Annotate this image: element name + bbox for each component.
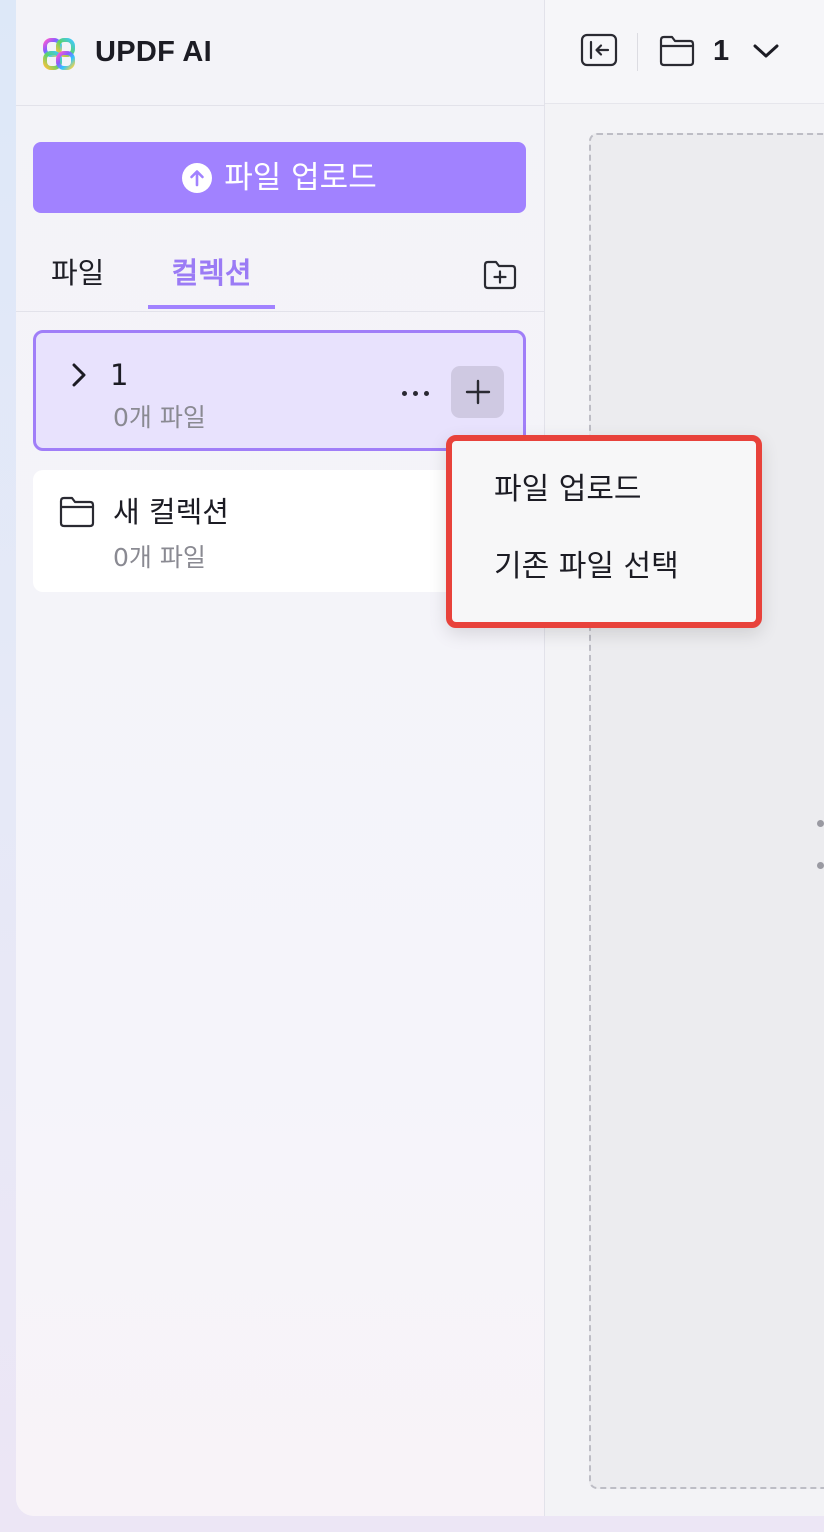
- bullet-dot: [817, 820, 824, 827]
- tab-collections[interactable]: 컬렉션: [148, 240, 275, 309]
- upload-button-label: 파일 업로드: [224, 159, 377, 196]
- chevron-down-icon[interactable]: [753, 43, 779, 59]
- brand-title: UPDF AI: [95, 36, 213, 68]
- current-collection-name: 1: [713, 34, 730, 67]
- main-panel: 1: [545, 0, 824, 1516]
- tab-files[interactable]: 파일: [51, 240, 104, 309]
- sidebar: UPDF AI 파일 업로드 파일 컬렉션 1 0개 파일 새 컬렉션 0개 파…: [16, 0, 545, 1516]
- arrow-up-circle-icon: [182, 162, 213, 193]
- new-folder-plus-icon[interactable]: [482, 257, 518, 293]
- more-options-icon[interactable]: [394, 375, 436, 411]
- collection-title: 1: [110, 358, 129, 392]
- collection-file-count: 0개 파일: [113, 543, 206, 572]
- menu-item-upload-file[interactable]: 파일 업로드: [494, 470, 642, 510]
- chevron-right-icon[interactable]: [66, 361, 90, 389]
- toolbar-divider: [637, 33, 638, 71]
- add-to-collection-button[interactable]: [451, 366, 504, 418]
- upload-file-button[interactable]: 파일 업로드: [33, 142, 526, 213]
- add-file-popup-menu: 파일 업로드 기존 파일 선택: [446, 435, 762, 628]
- brand-header: UPDF AI: [16, 0, 544, 106]
- file-drop-zone[interactable]: [589, 133, 824, 1489]
- folder-icon: [659, 35, 695, 67]
- collection-item-active[interactable]: 1 0개 파일: [33, 330, 526, 451]
- sidebar-tabs: 파일 컬렉션: [16, 240, 544, 312]
- collection-file-count: 0개 파일: [113, 403, 206, 432]
- collection-title: 새 컬렉션: [113, 495, 229, 529]
- bullet-dot: [817, 862, 824, 869]
- collapse-sidebar-icon[interactable]: [580, 33, 618, 67]
- main-topbar: 1: [545, 0, 824, 104]
- folder-icon: [59, 496, 95, 528]
- collection-selector[interactable]: 1: [658, 30, 779, 72]
- plus-icon: [465, 379, 490, 405]
- menu-item-select-existing-file[interactable]: 기존 파일 선택: [494, 547, 679, 587]
- updf-logo-icon: [43, 38, 75, 70]
- app-window: UPDF AI 파일 업로드 파일 컬렉션 1 0개 파일 새 컬렉션 0개 파…: [16, 0, 824, 1516]
